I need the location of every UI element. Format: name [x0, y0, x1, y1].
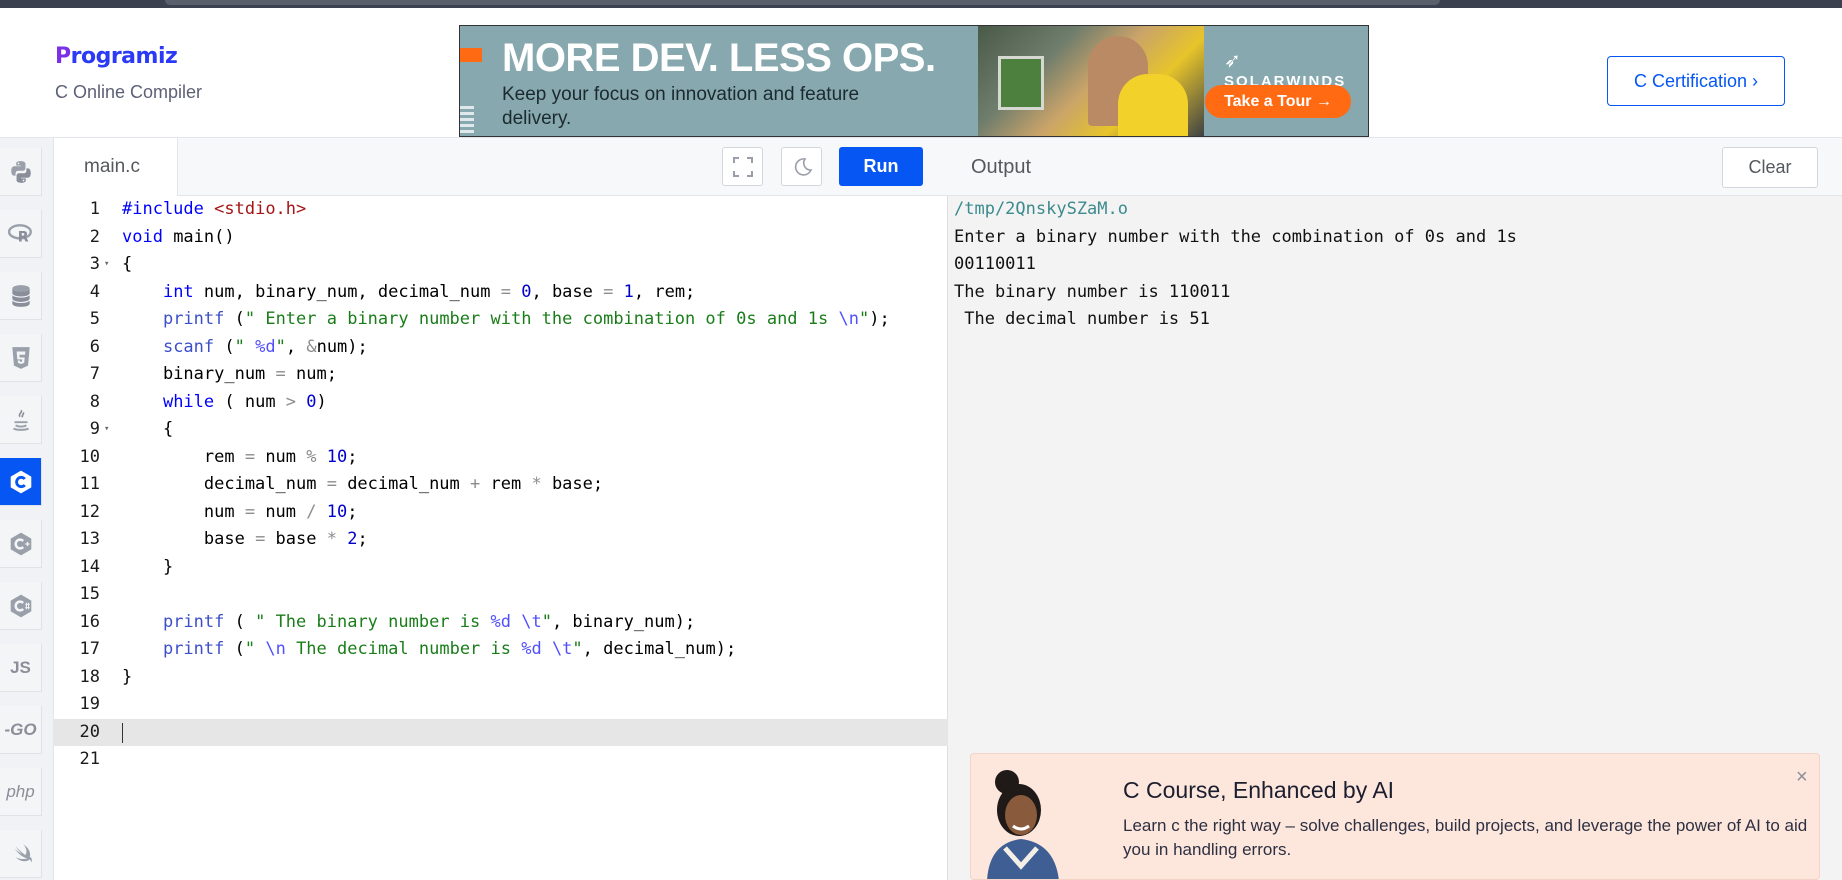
logo-text: rogramiz: [70, 44, 178, 69]
code-line: 17 printf (" \n The decimal number is %d…: [79, 639, 737, 659]
solarwinds-logo-icon: ➶: [1224, 50, 1243, 72]
code-line: 2 void main(): [89, 226, 235, 247]
ad-photo-person: [1118, 74, 1188, 136]
code-line: 16 printf ( " The binary number is %d \t…: [79, 611, 696, 632]
code-line: 1 #include <stdio.h>: [89, 199, 307, 219]
code-line: 19: [79, 694, 100, 714]
code-line: 13 base = base * 2;: [79, 529, 368, 549]
programiz-logo[interactable]: Programiz: [55, 44, 178, 69]
promo-avatar: [987, 770, 1059, 879]
ad-photo-frame: [998, 56, 1044, 110]
ad-cta-button[interactable]: Take a Tour →: [1205, 85, 1351, 118]
csharp-icon[interactable]: [0, 582, 42, 630]
swift-icon[interactable]: [0, 830, 42, 878]
code-area[interactable]: 1 #include <stdio.h> 2 void main() 3 ▾{ 4 i…: [54, 196, 948, 880]
output-line: The binary number is 110011: [954, 281, 1231, 302]
js-label: JS: [10, 657, 31, 677]
code-line: 8 while ( num > 0): [89, 391, 327, 412]
fold-arrow-icon: ▾: [104, 424, 110, 434]
ad-subline: Keep your focus on innovation and featur…: [502, 84, 860, 129]
code-line: 4 int num, binary_num, decimal_num = 0, …: [89, 281, 696, 302]
output-line: The decimal number is 51: [954, 309, 1210, 329]
output-line: /tmp/2QnskySZaM.o: [954, 199, 1128, 219]
javascript-icon[interactable]: JS: [0, 644, 42, 692]
r-icon[interactable]: R: [0, 210, 42, 258]
code-line: 15: [79, 584, 100, 604]
ad-headline: MORE DEV. LESS OPS.: [502, 36, 936, 80]
java-icon[interactable]: [0, 396, 42, 444]
promo-description: Learn c the right way – solve challenges…: [1123, 816, 1808, 859]
output-header: Output Clear: [948, 138, 1842, 196]
code-line: 3 ▾{: [54, 251, 948, 279]
output-line: 00110011: [954, 254, 1036, 274]
code-editor-panel: main.c Run 1 #include <stdio.h> 2 void mai…: [54, 138, 948, 880]
html5-icon[interactable]: [0, 334, 42, 382]
clear-button[interactable]: Clear: [1722, 147, 1818, 188]
ad-brand: ➶SOLARWINDS: [1224, 48, 1368, 90]
output-line: Enter a binary number with the combinati…: [954, 226, 1517, 247]
theme-toggle-button[interactable]: [781, 147, 822, 186]
code-line: 14 }: [79, 556, 174, 577]
file-tab-main-c[interactable]: main.c: [54, 138, 178, 196]
logo-initial: P: [55, 44, 71, 69]
code-line: 7 binary_num = num;: [89, 364, 337, 384]
page-subtitle: C Online Compiler: [55, 82, 203, 102]
php-icon[interactable]: php: [0, 768, 42, 816]
language-sidebar: R JS -GO php: [0, 138, 54, 880]
advertisement-banner[interactable]: MORE DEV. LESS OPS. Keep your focus on i…: [459, 25, 1369, 137]
c-icon[interactable]: [0, 458, 42, 506]
certification-button[interactable]: C Certification ›: [1607, 56, 1785, 106]
sql-icon[interactable]: [0, 272, 42, 320]
fullscreen-button[interactable]: [722, 147, 763, 186]
code-line: 12 num = num / 10;: [79, 501, 358, 522]
code-line: 11 decimal_num = decimal_num + rem * bas…: [79, 474, 604, 494]
promo-title: C Course, Enhanced by AI: [1123, 777, 1395, 803]
text-cursor: [122, 722, 123, 743]
ad-photo: [978, 26, 1204, 136]
code-line: 6 scanf (" %d", &num);: [89, 336, 368, 357]
code-line: 21: [79, 749, 100, 769]
code-line-current: 20: [54, 718, 948, 746]
browser-chrome-strip: [0, 0, 1842, 8]
fold-arrow-icon: ▾: [104, 259, 110, 269]
output-console[interactable]: /tmp/2QnskySZaM.o Enter a binary number …: [954, 196, 1517, 334]
code-line: 18}: [79, 666, 133, 687]
fullscreen-icon: [732, 156, 753, 177]
run-button[interactable]: Run: [839, 147, 923, 186]
course-promo-banner[interactable]: C Course, Enhanced by AI Learn c the rig…: [970, 753, 1820, 880]
go-icon[interactable]: -GO: [0, 706, 42, 754]
output-title: Output: [971, 156, 1032, 178]
code-line: 5 printf (" Enter a binary number with t…: [89, 309, 890, 329]
php-label: php: [6, 781, 35, 801]
top-header: Programiz C Online Compiler MORE DEV. LE…: [0, 8, 1842, 138]
code-line: 9 ▾ {: [54, 416, 948, 444]
moon-icon: [794, 157, 812, 176]
editor-header: main.c Run: [54, 138, 948, 196]
browser-tab-shape: [165, 0, 1440, 5]
ad-decor-lines: [460, 106, 474, 134]
close-icon[interactable]: ×: [1796, 766, 1808, 789]
ad-accent-mark: [460, 48, 482, 62]
code-line: 10 rem = num % 10;: [79, 446, 358, 467]
cpp-icon[interactable]: [0, 520, 42, 568]
go-label: -GO: [4, 719, 37, 739]
python-icon[interactable]: [0, 148, 42, 196]
svg-text:R: R: [17, 229, 28, 245]
